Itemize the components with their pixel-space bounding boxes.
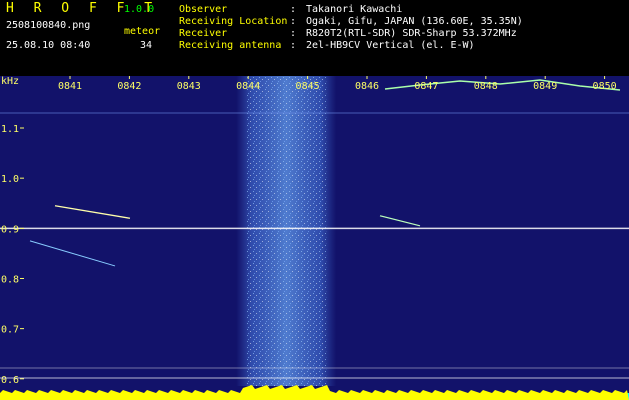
time-tick-label: 0845 bbox=[296, 81, 320, 92]
receiver-value: R820T2(RTL-SDR) SDR-Sharp 53.372MHz bbox=[306, 28, 517, 39]
frequency-tick-label: 0.7 bbox=[1, 325, 19, 336]
frequency-unit-label: kHz bbox=[1, 76, 19, 87]
time-tick-label: 0848 bbox=[474, 81, 498, 92]
frequency-tick-label: 0.8 bbox=[1, 274, 19, 285]
frequency-tick-label: 1.1 bbox=[1, 124, 19, 135]
time-tick-label: 0847 bbox=[414, 81, 438, 92]
time-tick-label: 0850 bbox=[593, 81, 617, 92]
meteor-count-label: meteor bbox=[124, 26, 161, 37]
noise-band-speckle bbox=[246, 76, 327, 386]
receiver-separator: : bbox=[290, 28, 297, 39]
time-tick-label: 0843 bbox=[177, 81, 201, 92]
noise-band bbox=[236, 76, 337, 386]
location-label: Receiving Location bbox=[179, 16, 288, 27]
receiver-label: Receiver bbox=[179, 28, 228, 39]
antenna-value: 2el-HB9CV Vertical (el. E-W) bbox=[306, 40, 475, 51]
antenna-separator: : bbox=[290, 40, 297, 51]
observer-separator: : bbox=[290, 4, 297, 15]
observer-value: Takanori Kawachi bbox=[306, 4, 403, 15]
time-tick-label: 0849 bbox=[533, 81, 557, 92]
meteor-count-value: 34 bbox=[140, 40, 153, 51]
image-filename: 2508100840.png bbox=[6, 20, 91, 31]
location-value: Ogaki, Gifu, JAPAN (136.60E, 35.35N) bbox=[306, 16, 523, 27]
capture-datetime: 25.08.10 08:40 bbox=[6, 40, 91, 51]
time-tick-label: 0842 bbox=[117, 81, 141, 92]
observer-label: Observer bbox=[179, 4, 228, 15]
frequency-tick-label: 1.0 bbox=[1, 174, 19, 185]
time-tick-label: 0846 bbox=[355, 81, 379, 92]
header: H R O F F T 1.0.0 2508100840.png meteor … bbox=[0, 0, 629, 76]
spectrogram-canvas: 1.1 1.0 0.9 0.8 0.7 0.6 0841 0842 0843 0844 0845 0… bbox=[0, 76, 629, 400]
time-tick-label: 0841 bbox=[58, 81, 82, 92]
frequency-tick-label: 0.9 bbox=[1, 224, 19, 235]
app-version: 1.0.0 bbox=[124, 4, 155, 15]
frequency-tick-label: 0.6 bbox=[1, 375, 19, 386]
spectrogram: 1.1 1.0 0.9 0.8 0.7 0.6 0841 0842 0843 0844 0845 0… bbox=[0, 76, 629, 400]
time-tick-label: 0844 bbox=[236, 81, 260, 92]
location-separator: : bbox=[290, 16, 297, 27]
antenna-label: Receiving antenna bbox=[179, 40, 282, 51]
